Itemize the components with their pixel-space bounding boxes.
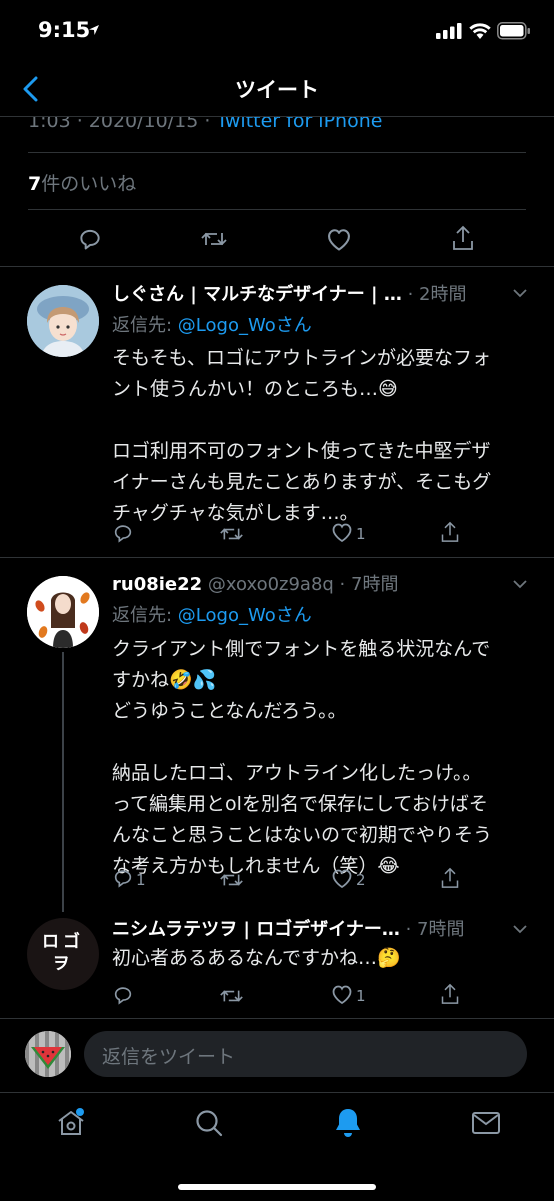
reply-count: 1 bbox=[136, 871, 146, 889]
share-icon[interactable] bbox=[440, 866, 460, 890]
avatar[interactable] bbox=[27, 285, 99, 357]
author-name[interactable]: ru08ie22 bbox=[112, 574, 202, 595]
reply-to-line: 返信先: @Logo_Woさん bbox=[112, 313, 312, 339]
status-time: 9:15 bbox=[38, 18, 91, 42]
reply-to-prefix: 返信先: bbox=[112, 315, 178, 336]
reply-composer: 返信をツイート bbox=[0, 1018, 554, 1093]
reply-icon[interactable] bbox=[112, 984, 134, 1006]
tweet-text: 初心者あるあるなんですかね…🤔 bbox=[112, 947, 401, 969]
reply-input-placeholder: 返信をツイート bbox=[102, 1046, 236, 1068]
like-count: 1 bbox=[356, 525, 366, 543]
likes-divider bbox=[28, 209, 526, 210]
like-heart-icon bbox=[330, 983, 354, 1009]
nav-bar: ツイート bbox=[0, 60, 554, 116]
wifi-icon bbox=[469, 22, 491, 39]
likes-label: 件のいいね bbox=[41, 173, 137, 195]
chevron-down-icon[interactable] bbox=[512, 288, 528, 298]
reply-input[interactable]: 返信をツイート bbox=[84, 1031, 527, 1077]
like-count: 2 bbox=[356, 871, 366, 889]
like-action[interactable]: 2 bbox=[330, 867, 366, 893]
page-title: ツイート bbox=[235, 78, 319, 102]
thread-line bbox=[62, 652, 64, 912]
share-icon[interactable] bbox=[440, 520, 460, 544]
reply-action[interactable]: 1 bbox=[112, 867, 146, 893]
tweet-text: クライアント側でフォントを触る状況なんで すかね🤣💦 どうゆうことなんだろう。。… bbox=[112, 638, 493, 877]
like-heart-icon bbox=[330, 521, 354, 547]
reply-to-handle[interactable]: @Logo_Woさん bbox=[178, 605, 312, 626]
avatar-text: ロゴ ヲ bbox=[42, 932, 84, 974]
author-name[interactable]: ニシムラテツヲ | ロゴデザイナー… bbox=[112, 919, 400, 940]
reply-to-prefix: 返信先: bbox=[112, 605, 178, 626]
retweet-icon[interactable] bbox=[219, 523, 244, 545]
tweet-handle-time: @xoxo0z9a8q · 7時間 bbox=[207, 574, 399, 595]
likes-stat[interactable]: 7件のいいね bbox=[28, 169, 136, 196]
like-heart-icon[interactable] bbox=[325, 226, 353, 252]
cellular-signal-icon bbox=[436, 23, 462, 39]
tweet-author-line: しぐさん | マルチなデザイナー | … · 2時間 bbox=[112, 282, 467, 308]
avatar[interactable]: ロゴ ヲ bbox=[27, 918, 99, 990]
tweet-time: · 7時間 bbox=[405, 919, 465, 940]
share-icon[interactable] bbox=[451, 224, 475, 252]
my-avatar[interactable] bbox=[25, 1031, 71, 1077]
tweet-time: · 2時間 bbox=[407, 284, 467, 305]
author-name[interactable]: しぐさん | マルチなデザイナー | … bbox=[112, 284, 402, 305]
tab-bar bbox=[0, 1092, 554, 1201]
reply-to-line: 返信先: @Logo_Woさん bbox=[112, 603, 312, 629]
search-icon[interactable] bbox=[194, 1108, 224, 1138]
notifications-bell-icon[interactable] bbox=[333, 1106, 363, 1140]
location-arrow-icon bbox=[88, 24, 100, 36]
like-count: 1 bbox=[356, 987, 366, 1005]
like-action[interactable]: 1 bbox=[330, 983, 366, 1009]
reply-icon[interactable] bbox=[112, 522, 134, 544]
like-action[interactable]: 1 bbox=[330, 521, 366, 547]
retweet-icon[interactable] bbox=[200, 226, 228, 252]
chevron-down-icon[interactable] bbox=[512, 579, 528, 589]
avatar[interactable] bbox=[27, 576, 99, 648]
tweet-author-line: ru08ie22 @xoxo0z9a8q · 7時間 bbox=[112, 572, 398, 598]
meta-divider bbox=[28, 152, 526, 153]
tweet-text: そもそも、ロゴにアウトラインが必要なフォ ント使うんかい！のところも…😅 ロゴ利… bbox=[112, 347, 492, 524]
reply-to-handle[interactable]: @Logo_Woさん bbox=[178, 315, 312, 336]
share-icon[interactable] bbox=[440, 982, 460, 1006]
status-bar: 9:15 bbox=[0, 0, 554, 60]
chevron-down-icon[interactable] bbox=[512, 924, 528, 934]
tweet-author-line: ニシムラテツヲ | ロゴデザイナー… · 7時間 bbox=[112, 917, 465, 943]
reply-icon bbox=[112, 867, 134, 893]
battery-icon bbox=[497, 22, 531, 40]
home-indicator bbox=[178, 1184, 376, 1190]
messages-envelope-icon[interactable] bbox=[471, 1110, 501, 1136]
home-icon[interactable] bbox=[55, 1107, 87, 1139]
retweet-icon[interactable] bbox=[219, 985, 244, 1007]
like-heart-icon bbox=[330, 867, 354, 893]
retweet-icon[interactable] bbox=[219, 869, 244, 891]
reply-icon[interactable] bbox=[77, 226, 103, 252]
likes-count: 7 bbox=[28, 173, 42, 195]
